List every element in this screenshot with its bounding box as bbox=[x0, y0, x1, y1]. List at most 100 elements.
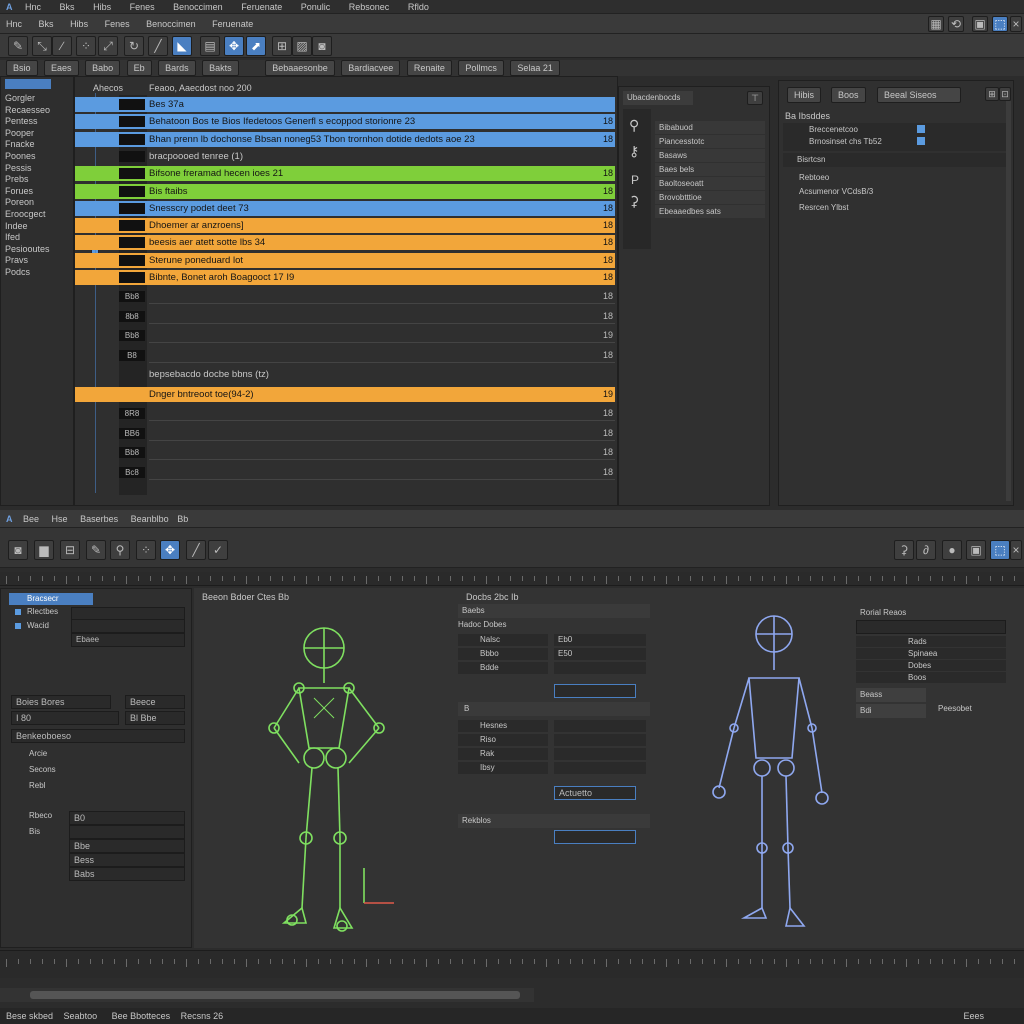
props-link[interactable]: Acsumenor VCdsB/3 bbox=[799, 187, 873, 196]
channel-value[interactable] bbox=[554, 662, 646, 674]
channel-strip[interactable]: Dnger bntreoot toe(94-2) bbox=[75, 386, 615, 402]
outliner-item[interactable]: Pentess bbox=[5, 116, 73, 128]
outliner-item[interactable]: Ifed bbox=[5, 232, 73, 244]
camera-icon[interactable]: ◙ bbox=[312, 36, 332, 56]
graph-item[interactable]: Bibabuod bbox=[655, 121, 765, 134]
menu-item[interactable]: Hnc bbox=[25, 2, 41, 12]
props-link[interactable]: Resrcen Ylbst bbox=[799, 203, 849, 212]
value-field[interactable]: B0 bbox=[69, 811, 185, 825]
channel-row[interactable]: Nalsc bbox=[458, 634, 548, 646]
props-link[interactable]: Secons bbox=[29, 765, 56, 774]
3d-viewport[interactable]: Beeon Bdoer Ctes Bb Docbs 2bc Ib Baebs H… bbox=[194, 588, 1024, 948]
value-field[interactable]: Beece bbox=[125, 695, 185, 709]
outliner-item[interactable]: Pesiooutes bbox=[5, 244, 73, 256]
outliner-item[interactable]: Eroocgect bbox=[5, 209, 73, 221]
filter-button[interactable]: Bards bbox=[158, 60, 196, 76]
value-field[interactable]: Benkeoboeso bbox=[11, 729, 185, 743]
move-icon[interactable]: ✥ bbox=[224, 36, 244, 56]
rig-field[interactable] bbox=[856, 620, 1006, 634]
scrollbar-thumb[interactable] bbox=[30, 991, 520, 999]
menu-item[interactable]: Bks bbox=[39, 19, 54, 29]
props-tab[interactable]: Hibis bbox=[787, 87, 822, 103]
menu-item[interactable]: Hibs bbox=[70, 19, 88, 29]
channel-strip[interactable]: Sterune poneduard lot bbox=[75, 252, 615, 268]
layout-icon[interactable]: ▣ bbox=[966, 540, 986, 560]
scrollbar[interactable] bbox=[1006, 101, 1011, 501]
outliner-item[interactable]: Recaesseo bbox=[5, 105, 73, 117]
channel-value[interactable] bbox=[554, 762, 646, 774]
cursor-icon[interactable]: ⬈ bbox=[246, 36, 266, 56]
maximize-icon[interactable]: ⬚ bbox=[992, 16, 1008, 32]
value-field[interactable]: Babs bbox=[69, 867, 185, 881]
bone-icon[interactable]: ⚲ bbox=[629, 117, 639, 134]
outliner-item[interactable]: Poones bbox=[5, 151, 73, 163]
channel-field[interactable] bbox=[554, 684, 636, 698]
rig-row[interactable]: Boos bbox=[856, 672, 1006, 683]
select-icon[interactable]: ◣ bbox=[172, 36, 192, 56]
bone-icon[interactable]: ⚲ bbox=[110, 540, 130, 560]
value-field[interactable]: I 80 bbox=[11, 711, 119, 725]
close-icon[interactable]: × bbox=[1010, 540, 1022, 560]
app-logo[interactable]: A bbox=[6, 514, 13, 524]
channel-strip[interactable]: Bes 37a bbox=[75, 97, 615, 112]
menu-item[interactable]: Ponulic bbox=[301, 2, 331, 12]
outliner-item[interactable]: Poreon bbox=[5, 197, 73, 209]
figure-icon[interactable]: ⚳ bbox=[629, 193, 639, 210]
close-icon[interactable]: × bbox=[1010, 16, 1022, 32]
paste-icon[interactable]: ▤ bbox=[200, 36, 220, 56]
pencil-icon[interactable]: ✎ bbox=[86, 540, 106, 560]
channel-strip[interactable]: Snesscry podet deet 73 bbox=[75, 200, 615, 216]
value-field[interactable] bbox=[71, 619, 185, 633]
graph-item[interactable]: Piancesstotc bbox=[655, 135, 765, 148]
rig-row[interactable]: Rads bbox=[856, 636, 1006, 647]
window-icon[interactable]: ▦ bbox=[928, 16, 944, 32]
menu-item[interactable]: Benoccimen bbox=[173, 2, 223, 12]
pencil-icon[interactable]: ✎ bbox=[8, 36, 28, 56]
menu-item[interactable]: Bee bbox=[23, 514, 39, 524]
filter-button[interactable]: Pollmcs bbox=[458, 60, 504, 76]
outliner-item[interactable]: Forues bbox=[5, 186, 73, 198]
pen-icon[interactable]: P bbox=[631, 173, 639, 187]
filter-button[interactable]: Selaa 21 bbox=[510, 60, 560, 76]
curve-icon[interactable]: ⤡ bbox=[32, 36, 52, 56]
pin-icon[interactable]: ⊤ bbox=[747, 91, 763, 105]
image-icon[interactable]: ▨ bbox=[292, 36, 312, 56]
outliner-item[interactable]: Prebs bbox=[5, 174, 73, 186]
channel-strip[interactable]: Behatoon Bos te Bios Ifedetoos Generfl s… bbox=[75, 114, 615, 130]
rig-button[interactable]: Beass bbox=[856, 688, 926, 702]
folder-icon[interactable]: ▆ bbox=[34, 540, 54, 560]
channel-strip[interactable]: Dhoemer ar anzroens] bbox=[75, 218, 615, 234]
channel-strip[interactable]: Bifsone freramad hecen ioes 21 bbox=[75, 166, 615, 182]
menu-item[interactable]: Rebsonec bbox=[349, 2, 390, 12]
rig-button[interactable]: Bdi bbox=[856, 704, 926, 718]
outliner-item[interactable]: Pravs bbox=[5, 255, 73, 267]
channel-value[interactable]: E50 bbox=[554, 648, 646, 660]
graph-item[interactable]: Ebeaaedbes sats bbox=[655, 205, 765, 218]
filter-button[interactable]: Eb bbox=[126, 60, 152, 76]
props-row[interactable]: Bisrtcsn bbox=[783, 153, 1009, 167]
props-tab[interactable]: Boos bbox=[831, 87, 866, 103]
menu-item[interactable]: Hnc bbox=[6, 19, 22, 29]
menu-item[interactable]: Hse bbox=[52, 514, 68, 524]
channel-strip[interactable]: bracpoooed tenree (1) bbox=[75, 149, 615, 164]
timeline-scrollbar[interactable] bbox=[0, 988, 534, 1002]
value-field[interactable]: Bbe bbox=[69, 839, 185, 853]
value-field[interactable]: Ebaee bbox=[71, 633, 185, 647]
props-tab[interactable]: Rlectbes bbox=[27, 607, 58, 616]
chart-icon[interactable]: ⊞ bbox=[272, 36, 292, 56]
rig-row[interactable]: Dobes bbox=[856, 660, 1006, 671]
brush-icon[interactable]: ∕ bbox=[52, 36, 72, 56]
props-tab[interactable]: Bracsecr bbox=[9, 593, 93, 605]
filter-button[interactable]: Bakts bbox=[202, 60, 239, 76]
props-link[interactable]: Arcie bbox=[29, 749, 47, 758]
channel-value[interactable] bbox=[554, 720, 646, 732]
channel-value[interactable]: Eb0 bbox=[554, 634, 646, 646]
check-icon[interactable]: ✓ bbox=[208, 540, 228, 560]
menu-item[interactable]: Fenes bbox=[105, 19, 130, 29]
node-icon[interactable]: ⁘ bbox=[136, 540, 156, 560]
pin-icon[interactable]: ⊡ bbox=[999, 87, 1011, 101]
layout-icon[interactable]: ▣ bbox=[972, 16, 988, 32]
outliner-item[interactable]: Indee bbox=[5, 221, 73, 233]
knife-icon[interactable]: ╱ bbox=[148, 36, 168, 56]
filter-button[interactable]: Renaite bbox=[406, 60, 452, 76]
